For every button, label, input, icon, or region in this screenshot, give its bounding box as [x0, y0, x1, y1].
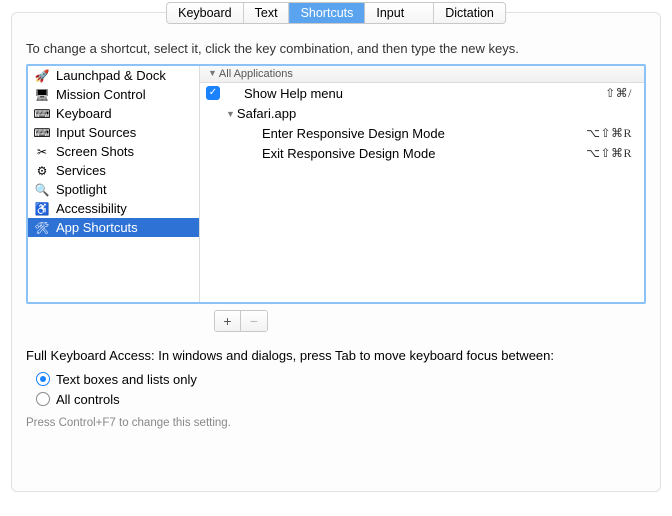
- category-services[interactable]: ⚙ Services: [28, 161, 199, 180]
- shortcut-keys[interactable]: ⌥⇧⌘R: [586, 126, 632, 141]
- radio-label: Text boxes and lists only: [56, 372, 197, 387]
- radio-label: All controls: [56, 392, 120, 407]
- remove-button[interactable]: −: [241, 311, 267, 331]
- shortcut-items: ✓ Show Help menu ⇧⌘/ ▼Safari.app Enter R…: [200, 83, 644, 163]
- category-label: Keyboard: [56, 106, 112, 121]
- radio-icon[interactable]: [36, 392, 50, 406]
- category-screen-shots[interactable]: ✂ Screen Shots: [28, 142, 199, 161]
- category-label: Input Sources: [56, 125, 136, 140]
- category-label: App Shortcuts: [56, 220, 138, 235]
- shortcut-row[interactable]: ✓ Show Help menu ⇧⌘/: [200, 83, 644, 103]
- hint-text: Press Control+F7 to change this setting.: [26, 417, 646, 429]
- shortcut-lists: 🚀 Launchpad & Dock 🖥 Mission Control ⌨ Keyb…: [26, 64, 646, 304]
- shortcut-row[interactable]: Enter Responsive Design Mode ⌥⇧⌘R: [200, 123, 644, 143]
- checkbox-placeholder: [206, 126, 220, 140]
- checkbox-placeholder: [206, 106, 220, 120]
- tab-bar: Keyboard Text Shortcuts Input Sources Di…: [166, 2, 506, 24]
- category-app-shortcuts[interactable]: 🛠 App Shortcuts: [28, 218, 199, 237]
- category-accessibility[interactable]: ♿ Accessibility: [28, 199, 199, 218]
- screenshot-icon: ✂: [34, 144, 50, 160]
- category-list[interactable]: 🚀 Launchpad & Dock 🖥 Mission Control ⌨ Keyb…: [28, 66, 200, 302]
- keyboard-icon: ⌨: [34, 106, 50, 122]
- header-title: All Applications: [219, 68, 293, 80]
- preferences-panel: Keyboard Text Shortcuts Input Sources Di…: [11, 12, 661, 492]
- shortcut-keys[interactable]: ⌥⇧⌘R: [586, 146, 632, 161]
- tab-input-sources[interactable]: Input Sources: [365, 3, 434, 23]
- list-header: ▼ All Applications: [200, 66, 644, 83]
- disclosure-triangle-icon[interactable]: ▼: [208, 68, 217, 78]
- category-keyboard[interactable]: ⌨ Keyboard: [28, 104, 199, 123]
- tab-dictation[interactable]: Dictation: [434, 3, 505, 23]
- checkbox-icon[interactable]: ✓: [206, 86, 220, 100]
- content-area: To change a shortcut, select it, click t…: [12, 13, 660, 439]
- shortcut-label: Exit Responsive Design Mode: [226, 146, 586, 161]
- shortcut-label: Enter Responsive Design Mode: [226, 126, 586, 141]
- spotlight-icon: 🔍: [34, 182, 50, 198]
- radio-icon[interactable]: [36, 372, 50, 386]
- full-keyboard-access-radios: Text boxes and lists only All controls: [36, 369, 646, 409]
- category-launchpad[interactable]: 🚀 Launchpad & Dock: [28, 66, 199, 85]
- mission-control-icon: 🖥: [34, 87, 50, 103]
- category-label: Services: [56, 163, 106, 178]
- category-spotlight[interactable]: 🔍 Spotlight: [28, 180, 199, 199]
- checkbox-placeholder: [206, 146, 220, 160]
- category-label: Mission Control: [56, 87, 146, 102]
- shortcut-group-row[interactable]: ▼Safari.app: [200, 103, 644, 123]
- tab-keyboard[interactable]: Keyboard: [167, 3, 244, 23]
- instruction-text: To change a shortcut, select it, click t…: [26, 41, 646, 56]
- shortcut-detail-list[interactable]: ▼ All Applications ✓ Show Help menu ⇧⌘/ …: [200, 66, 644, 302]
- category-label: Launchpad & Dock: [56, 68, 166, 83]
- accessibility-icon: ♿: [34, 201, 50, 217]
- radio-all-controls[interactable]: All controls: [36, 389, 646, 409]
- full-keyboard-access-label: Full Keyboard Access: In windows and dia…: [26, 348, 646, 363]
- category-label: Screen Shots: [56, 144, 134, 159]
- category-mission-control[interactable]: 🖥 Mission Control: [28, 85, 199, 104]
- shortcut-label: Show Help menu: [226, 86, 605, 101]
- services-icon: ⚙: [34, 163, 50, 179]
- disclosure-triangle-icon[interactable]: ▼: [226, 109, 235, 119]
- group-label: Safari.app: [237, 106, 296, 121]
- input-sources-icon: ⌨: [34, 125, 50, 141]
- shortcut-row[interactable]: Exit Responsive Design Mode ⌥⇧⌘R: [200, 143, 644, 163]
- radio-text-boxes[interactable]: Text boxes and lists only: [36, 369, 646, 389]
- launchpad-icon: 🚀: [34, 68, 50, 84]
- category-label: Spotlight: [56, 182, 107, 197]
- tab-text[interactable]: Text: [244, 3, 290, 23]
- tab-shortcuts[interactable]: Shortcuts: [290, 3, 366, 23]
- add-remove-buttons: + −: [214, 310, 268, 332]
- shortcut-keys[interactable]: ⇧⌘/: [605, 86, 632, 101]
- add-button[interactable]: +: [215, 311, 241, 331]
- category-label: Accessibility: [56, 201, 127, 216]
- app-shortcuts-icon: 🛠: [34, 220, 50, 236]
- category-input-sources[interactable]: ⌨ Input Sources: [28, 123, 199, 142]
